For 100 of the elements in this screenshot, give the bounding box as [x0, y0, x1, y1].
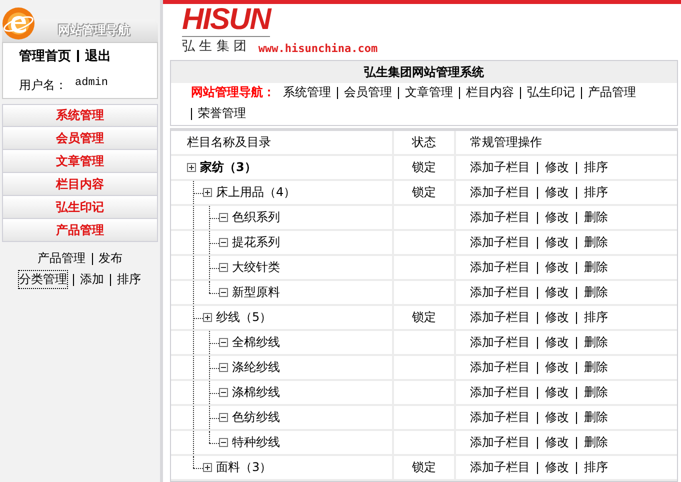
action-link[interactable]: 排序 — [584, 159, 608, 176]
action-link[interactable]: 删除 — [584, 409, 608, 426]
collapse-icon[interactable] — [219, 263, 228, 272]
nav-link[interactable]: 系统管理 — [283, 84, 331, 101]
category-link[interactable]: 新型原料 — [232, 284, 280, 301]
collapse-icon[interactable] — [219, 388, 228, 397]
action-link[interactable]: 添加子栏目 — [470, 184, 530, 201]
submenu-link[interactable]: 添加 — [80, 271, 104, 288]
expand-icon[interactable] — [203, 313, 212, 322]
action-link[interactable]: 删除 — [584, 334, 608, 351]
expand-icon[interactable] — [203, 188, 212, 197]
column-header: 常规管理操作 — [470, 134, 542, 151]
user-name: admin — [75, 77, 108, 91]
column-header: 状态 — [412, 134, 436, 151]
action-link[interactable]: 添加子栏目 — [470, 334, 530, 351]
action-link[interactable]: 排序 — [584, 459, 608, 476]
nav-link[interactable]: 栏目内容 — [466, 84, 514, 101]
submenu-link[interactable]: 分类管理 — [19, 271, 67, 288]
action-link[interactable]: 添加子栏目 — [470, 309, 530, 326]
nav-link[interactable]: 文章管理 — [405, 84, 453, 101]
action-link[interactable]: 添加子栏目 — [470, 259, 530, 276]
category-link[interactable]: 家纺（3） — [200, 159, 256, 176]
action-link[interactable]: 修改 — [545, 409, 569, 426]
company-name: 弘 生 集 团 — [182, 38, 246, 55]
action-link[interactable]: 修改 — [545, 184, 569, 201]
category-link[interactable]: 纱线（5） — [216, 309, 272, 326]
category-link[interactable]: 床上用品（4） — [216, 184, 296, 201]
collapse-icon[interactable] — [219, 213, 228, 222]
collapse-icon[interactable] — [219, 438, 228, 447]
action-link[interactable]: 添加子栏目 — [470, 409, 530, 426]
tree-line — [193, 231, 194, 254]
action-link[interactable]: 删除 — [584, 384, 608, 401]
menu-item[interactable]: 系统管理 — [2, 104, 158, 127]
collapse-icon[interactable] — [219, 413, 228, 422]
nav-label: 网站管理导航： — [191, 84, 275, 101]
action-link[interactable]: 修改 — [545, 384, 569, 401]
action-link[interactable]: 修改 — [545, 459, 569, 476]
action-link[interactable]: 删除 — [584, 259, 608, 276]
e-logo-icon — [2, 7, 35, 40]
category-link[interactable]: 面料（3） — [216, 459, 272, 476]
collapse-icon[interactable] — [219, 238, 228, 247]
status-text: 锁定 — [412, 184, 436, 201]
category-link[interactable]: 色织系列 — [232, 209, 280, 226]
action-link[interactable]: 添加子栏目 — [470, 234, 530, 251]
action-link[interactable]: 添加子栏目 — [470, 384, 530, 401]
category-link[interactable]: 涤纶纱线 — [232, 359, 280, 376]
category-link[interactable]: 色纺纱线 — [232, 409, 280, 426]
action-link[interactable]: 排序 — [584, 309, 608, 326]
action-link[interactable]: 修改 — [545, 284, 569, 301]
action-link[interactable]: 添加子栏目 — [470, 359, 530, 376]
action-link[interactable]: 添加子栏目 — [470, 159, 530, 176]
collapse-icon[interactable] — [219, 363, 228, 372]
action-link[interactable]: 修改 — [545, 159, 569, 176]
category-link[interactable]: 大绞针类 — [232, 259, 280, 276]
action-link[interactable]: 修改 — [545, 434, 569, 451]
category-link[interactable]: 涤棉纱线 — [232, 384, 280, 401]
menu-item[interactable]: 文章管理 — [2, 150, 158, 173]
action-link[interactable]: 添加子栏目 — [470, 284, 530, 301]
action-link[interactable]: 删除 — [584, 434, 608, 451]
panel-title: 弘生集团网站管理系统 — [364, 64, 484, 80]
action-link[interactable]: 删除 — [584, 359, 608, 376]
sidebar-title: 网站管理导航 — [58, 22, 130, 39]
nav-link[interactable]: 荣誉管理 — [198, 105, 246, 122]
action-link[interactable]: 添加子栏目 — [470, 434, 530, 451]
tree-line — [193, 281, 194, 304]
nav-link[interactable]: 弘生印记 — [527, 84, 575, 101]
category-link[interactable]: 特种纱线 — [232, 434, 280, 451]
action-link[interactable]: 修改 — [545, 309, 569, 326]
action-link[interactable]: 删除 — [584, 234, 608, 251]
category-link[interactable]: 全棉纱线 — [232, 334, 280, 351]
action-link[interactable]: 修改 — [545, 334, 569, 351]
action-link[interactable]: 排序 — [584, 184, 608, 201]
action-link[interactable]: 删除 — [584, 284, 608, 301]
action-link[interactable]: 修改 — [545, 359, 569, 376]
category-link[interactable]: 提花系列 — [232, 234, 280, 251]
status-text: 锁定 — [412, 309, 436, 326]
menu-item[interactable]: 会员管理 — [2, 127, 158, 150]
submenu-link[interactable]: 产品管理 — [38, 250, 86, 267]
tree-line — [193, 256, 194, 279]
expand-icon[interactable] — [203, 463, 212, 472]
logo-text: HISUN — [182, 4, 270, 37]
nav-link[interactable]: 管理首页 — [19, 47, 71, 65]
submenu-link[interactable]: 排序 — [117, 271, 141, 288]
nav-link[interactable]: 会员管理 — [344, 84, 392, 101]
menu-item[interactable]: 产品管理 — [2, 219, 158, 242]
submenu-link[interactable]: 发布 — [98, 250, 122, 267]
action-link[interactable]: 删除 — [584, 209, 608, 226]
action-link[interactable]: 修改 — [545, 259, 569, 276]
website-url: www.hisunchina.com — [258, 42, 378, 55]
action-link[interactable]: 添加子栏目 — [470, 459, 530, 476]
collapse-icon[interactable] — [219, 288, 228, 297]
expand-icon[interactable] — [187, 163, 196, 172]
nav-link[interactable]: 产品管理 — [588, 84, 636, 101]
menu-item[interactable]: 栏目内容 — [2, 173, 158, 196]
collapse-icon[interactable] — [219, 338, 228, 347]
action-link[interactable]: 修改 — [545, 209, 569, 226]
nav-link[interactable]: 退出 — [85, 47, 111, 65]
action-link[interactable]: 添加子栏目 — [470, 209, 530, 226]
action-link[interactable]: 修改 — [545, 234, 569, 251]
menu-item[interactable]: 弘生印记 — [2, 196, 158, 219]
